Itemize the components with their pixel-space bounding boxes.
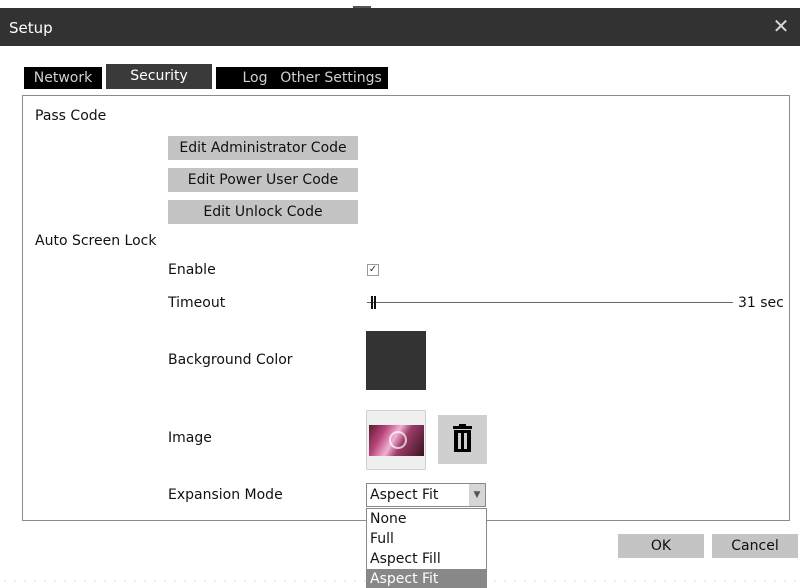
cancel-button[interactable]: Cancel	[712, 534, 798, 558]
expansion-mode-label: Expansion Mode	[168, 487, 283, 503]
image-thumbnail[interactable]	[366, 410, 426, 470]
chevron-down-icon[interactable]: ▼	[469, 484, 485, 506]
expansion-mode-dropdown: None Full Aspect Fill Aspect Fit	[366, 508, 487, 588]
timeout-slider-track[interactable]	[367, 302, 733, 303]
expansion-mode-value: Aspect Fit	[370, 487, 439, 503]
window-title: Setup	[9, 19, 53, 37]
pass-code-heading: Pass Code	[35, 108, 107, 124]
trash-icon	[453, 424, 472, 452]
dropdown-option-aspect-fill[interactable]: Aspect Fill	[367, 549, 486, 569]
enable-checkbox[interactable]: ✓	[367, 264, 379, 276]
tab-other-settings[interactable]: Other Settings	[274, 67, 388, 89]
timeout-label: Timeout	[168, 295, 226, 311]
edit-unlock-code-button[interactable]: Edit Unlock Code	[168, 200, 358, 224]
dropdown-option-aspect-fit[interactable]: Aspect Fit	[367, 569, 486, 587]
expansion-mode-select[interactable]: Aspect Fit ▼	[366, 483, 486, 507]
edit-power-user-code-button[interactable]: Edit Power User Code	[168, 168, 358, 192]
auto-screen-lock-heading: Auto Screen Lock	[35, 233, 157, 249]
title-bar: Setup ✕	[0, 8, 800, 46]
close-icon[interactable]: ✕	[768, 13, 794, 39]
image-label: Image	[168, 430, 212, 446]
dropdown-option-full[interactable]: Full	[367, 529, 486, 549]
background-color-label: Background Color	[168, 352, 293, 368]
timeout-slider-thumb[interactable]	[371, 296, 377, 309]
edit-administrator-code-button[interactable]: Edit Administrator Code	[168, 136, 358, 160]
tab-network[interactable]: Network	[24, 67, 102, 89]
timeout-value: 31 sec	[738, 295, 784, 311]
background-color-swatch[interactable]	[366, 331, 426, 390]
tab-security[interactable]: Security	[106, 64, 212, 89]
ok-button[interactable]: OK	[618, 534, 704, 558]
enable-label: Enable	[168, 262, 216, 278]
lock-screen-image	[369, 425, 424, 456]
dropdown-option-none[interactable]: None	[367, 509, 486, 529]
delete-image-button[interactable]	[438, 415, 487, 464]
